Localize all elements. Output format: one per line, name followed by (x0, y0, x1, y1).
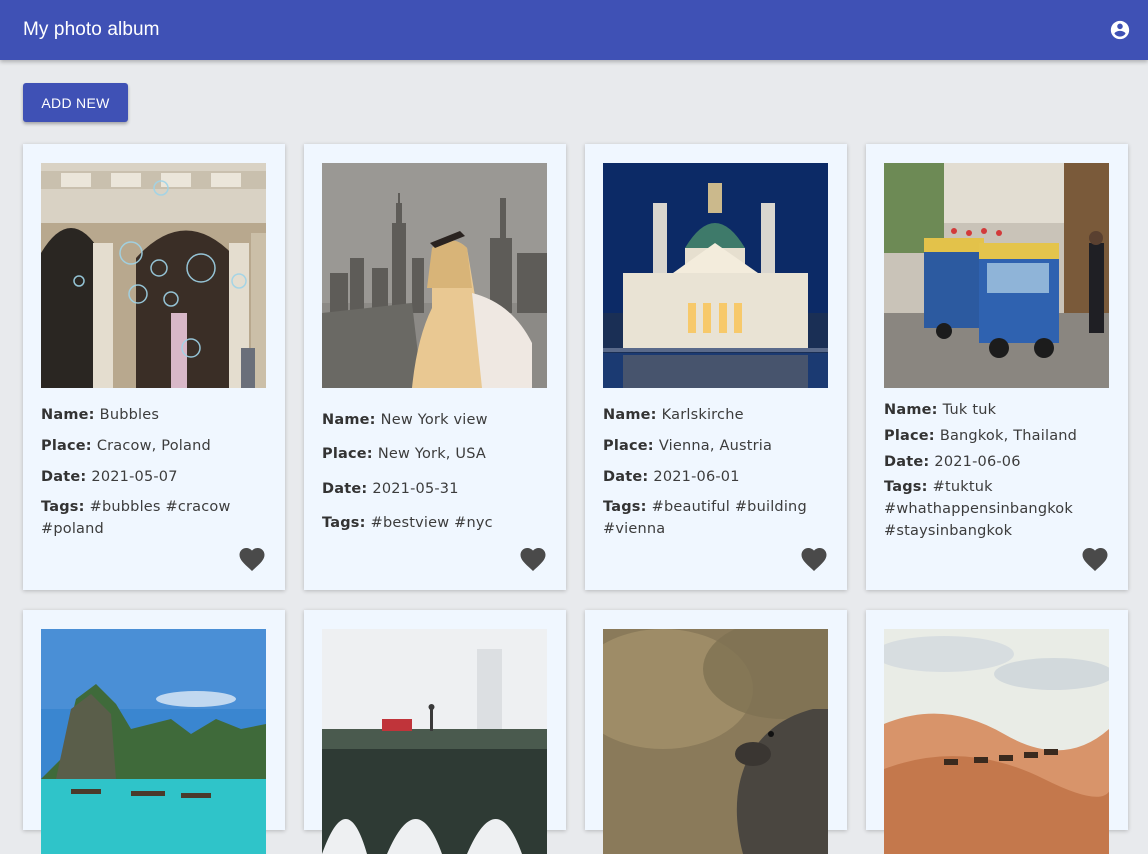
favorite-heart-icon[interactable] (1080, 544, 1110, 572)
tags-row: Tags: #beautiful #building #vienna (603, 496, 831, 540)
tags-label: Tags: (41, 499, 85, 515)
name-row: Name: Bubbles (41, 404, 269, 426)
tags-value: #bestview #nyc (370, 515, 493, 531)
photo-new-york-view[interactable] (322, 163, 547, 388)
place-value: Cracow, Poland (96, 438, 211, 454)
favorite-heart-icon[interactable] (518, 544, 548, 572)
photo-card: Name: Bubbles Place: Cracow, Poland Date: 2… (23, 144, 285, 590)
photo-desert-camels[interactable] (884, 629, 1109, 854)
date-row: Date: 2021-06-06 (884, 451, 1112, 473)
tags-label: Tags: (322, 515, 366, 531)
app-title: My photo album (23, 19, 160, 40)
name-label: Name: (603, 407, 657, 423)
tags-label: Tags: (603, 499, 647, 515)
photo-details: Name: Tuk tuk Place: Bangkok, Thailand Dat… (884, 399, 1112, 542)
app-bar: My photo album (0, 0, 1148, 60)
date-row: Date: 2021-06-01 (603, 466, 831, 488)
tags-row: Tags: #bestview #nyc (322, 512, 550, 534)
account-circle-icon[interactable] (1108, 18, 1132, 42)
photo-card (304, 610, 566, 854)
photo-card (23, 610, 285, 854)
place-label: Place: (322, 446, 373, 462)
name-row: Name: Karlskirche (603, 404, 831, 426)
tags-label: Tags: (884, 479, 928, 495)
name-label: Name: (884, 402, 938, 418)
date-label: Date: (603, 469, 649, 485)
photo-bubbles[interactable] (41, 163, 266, 388)
date-value: 2021-05-31 (372, 481, 459, 497)
favorite-heart-icon[interactable] (799, 544, 829, 572)
place-label: Place: (603, 438, 654, 454)
name-label: Name: (41, 407, 95, 423)
photo-card: Name: Karlskirche Place: Vienna, Austria D… (585, 144, 847, 590)
tags-row: Tags: #bubbles #cracow #poland (41, 496, 269, 540)
place-value: New York, USA (377, 446, 487, 462)
date-value: 2021-05-07 (91, 469, 178, 485)
place-label: Place: (884, 428, 935, 444)
photo-details: Name: Karlskirche Place: Vienna, Austria D… (603, 404, 831, 540)
photo-foggy-bridge[interactable] (322, 629, 547, 854)
photo-details: Name: Bubbles Place: Cracow, Poland Date: 2… (41, 404, 269, 540)
date-row: Date: 2021-05-31 (322, 478, 550, 500)
date-label: Date: (41, 469, 87, 485)
date-value: 2021-06-06 (934, 454, 1021, 470)
add-new-button[interactable]: ADD NEW (23, 83, 128, 122)
tags-row: Tags: #tuktuk #whathappensinbangkok #stay… (884, 476, 1112, 542)
place-row: Place: Vienna, Austria (603, 435, 831, 457)
place-row: Place: New York, USA (322, 443, 550, 465)
photo-card: Name: Tuk tuk Place: Bangkok, Thailand Dat… (866, 144, 1128, 590)
name-row: Name: Tuk tuk (884, 399, 1112, 421)
place-row: Place: Cracow, Poland (41, 435, 269, 457)
place-value: Bangkok, Thailand (939, 428, 1078, 444)
photo-tropical-island[interactable] (41, 629, 266, 854)
name-value: Tuk tuk (942, 402, 997, 418)
photo-karlskirche[interactable] (603, 163, 828, 388)
photo-tuk-tuk[interactable] (884, 163, 1109, 388)
place-label: Place: (41, 438, 92, 454)
date-row: Date: 2021-05-07 (41, 466, 269, 488)
photo-card (585, 610, 847, 854)
name-value: New York view (380, 412, 488, 428)
date-label: Date: (884, 454, 930, 470)
date-label: Date: (322, 481, 368, 497)
favorite-heart-icon[interactable] (237, 544, 267, 572)
photo-card: Name: New York view Place: New York, USA D… (304, 144, 566, 590)
date-value: 2021-06-01 (653, 469, 740, 485)
name-value: Bubbles (99, 407, 160, 423)
name-value: Karlskirche (661, 407, 744, 423)
photo-marmot[interactable] (603, 629, 828, 854)
photo-card (866, 610, 1128, 854)
name-label: Name: (322, 412, 376, 428)
place-value: Vienna, Austria (658, 438, 773, 454)
name-row: Name: New York view (322, 409, 550, 431)
place-row: Place: Bangkok, Thailand (884, 425, 1112, 447)
photo-details: Name: New York view Place: New York, USA D… (322, 409, 550, 534)
